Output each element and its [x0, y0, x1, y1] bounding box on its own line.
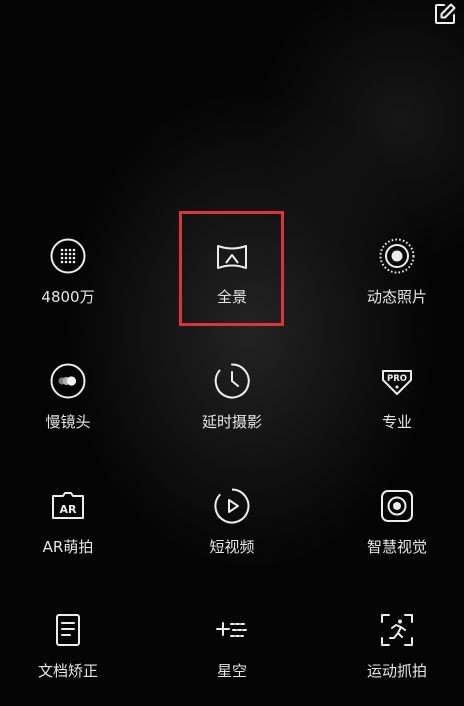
mode-doc-scan[interactable]: 文档矫正 [3, 610, 133, 706]
mode-ar[interactable]: AR AR萌拍 [3, 486, 133, 586]
mode-label: AR萌拍 [42, 538, 94, 556]
mode-time-lapse[interactable]: 延时摄影 [167, 361, 297, 461]
camera-more-modes-screen: 4800万 全景 动态照片 慢镜头 延时摄影 PRO 专业 AR AR萌拍 短视… [0, 0, 464, 706]
mode-label: 动态照片 [366, 288, 427, 306]
edit-button[interactable] [430, 0, 460, 28]
play-circle-icon [212, 486, 252, 526]
mode-label: 智慧视觉 [366, 538, 427, 556]
star-trail-icon [212, 610, 252, 650]
mode-starry-sky[interactable]: 星空 [167, 610, 297, 706]
mode-slow-motion[interactable]: 慢镜头 [3, 361, 133, 461]
mode-label: 专业 [381, 413, 412, 431]
mode-label: 文档矫正 [37, 662, 98, 680]
mode-label: 4800万 [41, 288, 95, 306]
document-icon [48, 610, 88, 650]
smart-vision-icon [377, 486, 417, 526]
mode-hi-res[interactable]: 4800万 [3, 236, 133, 336]
ar-icon: AR [48, 486, 88, 526]
mode-label: 短视频 [209, 538, 255, 556]
slow-motion-icon [48, 361, 88, 401]
pro-badge-icon: PRO [377, 361, 417, 401]
mode-sport-capture[interactable]: 运动抓拍 [332, 610, 462, 706]
selected-mode-highlight [179, 211, 284, 326]
mode-label: 星空 [216, 662, 247, 680]
mode-label: 慢镜头 [45, 413, 91, 431]
mode-label: 运动抓拍 [366, 662, 427, 680]
running-person-icon [377, 610, 417, 650]
svg-text:AR: AR [60, 503, 78, 516]
mode-label: 延时摄影 [201, 413, 262, 431]
edit-icon [433, 2, 457, 26]
live-photo-icon [377, 236, 417, 276]
mode-live-photo[interactable]: 动态照片 [332, 236, 462, 336]
mode-pro[interactable]: PRO 专业 [332, 361, 462, 461]
timelapse-clock-icon [212, 361, 252, 401]
svg-text:PRO: PRO [387, 374, 407, 384]
grid-dots-icon [48, 236, 88, 276]
mode-smart-vision[interactable]: 智慧视觉 [332, 486, 462, 586]
mode-short-video[interactable]: 短视频 [167, 486, 297, 586]
